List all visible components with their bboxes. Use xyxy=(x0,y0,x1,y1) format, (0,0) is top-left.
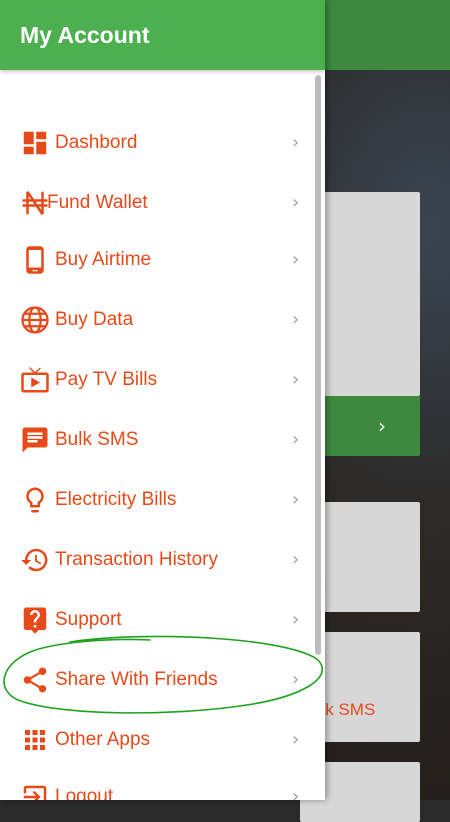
chevron-right-icon: › xyxy=(292,429,300,450)
menu-item-pay-tv-bills[interactable]: Pay TV Bills › xyxy=(0,365,310,425)
chevron-right-icon: › xyxy=(292,786,300,800)
menu-item-label: Other Apps xyxy=(55,729,151,750)
chevron-right-icon: › xyxy=(292,132,300,153)
help-icon xyxy=(20,605,50,635)
menu-item-label: Support xyxy=(55,609,122,630)
chevron-right-icon: › xyxy=(292,669,300,690)
menu-item-buy-data[interactable]: Buy Data › xyxy=(0,305,310,365)
chevron-right-icon: › xyxy=(292,549,300,570)
menu-item-dashboard[interactable]: Dashbord › xyxy=(0,128,310,188)
menu-item-label: Buy Airtime xyxy=(55,249,152,270)
menu-item-fund-wallet[interactable]: Fund Wallet › xyxy=(0,188,310,248)
menu-item-logout[interactable]: Logout › xyxy=(0,782,310,800)
menu-item-buy-airtime[interactable]: Buy Airtime › xyxy=(0,245,310,305)
chevron-right-icon: › xyxy=(292,609,300,630)
tv-icon xyxy=(20,365,50,395)
chevron-right-icon: › xyxy=(292,192,300,213)
menu-item-label: Buy Data xyxy=(55,309,134,330)
chevron-right-icon: › xyxy=(292,729,300,750)
menu-item-label: Logout xyxy=(55,786,114,800)
menu-item-label: Transaction History xyxy=(55,549,218,570)
menu-item-label: Dashbord xyxy=(55,132,138,153)
menu-item-other-apps[interactable]: Other Apps › xyxy=(0,725,310,785)
share-icon xyxy=(20,665,50,695)
chevron-right-icon: › xyxy=(292,489,300,510)
history-icon xyxy=(20,545,50,575)
logout-icon xyxy=(20,782,50,800)
menu-item-label: Bulk SMS xyxy=(55,429,139,450)
menu-item-share-with-friends[interactable]: Share With Friends › xyxy=(0,665,310,725)
navigation-drawer: My Account Dashbord › Fund Wallet › Buy … xyxy=(0,0,325,800)
menu-item-electricity-bills[interactable]: Electricity Bills › xyxy=(0,485,310,545)
chevron-right-icon: › xyxy=(292,369,300,390)
globe-icon xyxy=(20,305,50,335)
chevron-right-icon: › xyxy=(292,249,300,270)
apps-icon xyxy=(20,725,50,755)
menu-item-label: Fund Wallet xyxy=(47,192,148,213)
chevron-right-icon: › xyxy=(292,309,300,330)
message-icon xyxy=(20,425,50,455)
menu-item-support[interactable]: Support › xyxy=(0,605,310,665)
menu-item-label: Share With Friends xyxy=(55,669,218,690)
naira-icon xyxy=(20,188,50,218)
drawer-title: My Account xyxy=(20,22,150,48)
menu-item-transaction-history[interactable]: Transaction History › xyxy=(0,545,310,605)
menu-item-bulk-sms[interactable]: Bulk SMS › xyxy=(0,425,310,485)
lightbulb-icon xyxy=(20,485,50,515)
drawer-header: My Account xyxy=(0,0,325,70)
drawer-scrollbar[interactable] xyxy=(315,75,321,655)
menu-item-label: Pay TV Bills xyxy=(55,369,158,390)
dashboard-icon xyxy=(20,128,50,158)
phone-icon xyxy=(20,245,50,275)
chevron-right-icon: › xyxy=(378,414,386,438)
menu-item-label: Electricity Bills xyxy=(55,489,177,510)
